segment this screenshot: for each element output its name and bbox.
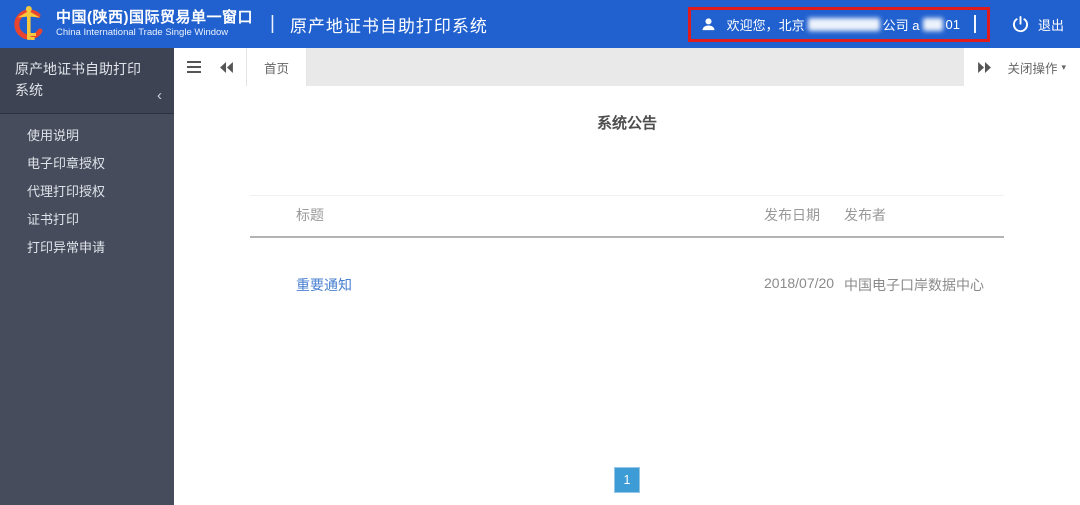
customs-logo-icon [10, 4, 48, 44]
brand-title: 中国(陕西)国际贸易单一窗口 [56, 9, 253, 27]
double-chevron-right-icon [978, 61, 992, 73]
announcement-title-cell: 重要通知 [250, 275, 764, 295]
sidebar: 原产地证书自助打印系统 ‹ 使用说明 电子印章授权 代理打印授权 证书打印 打印… [0, 48, 174, 505]
pagination-page-1-button[interactable]: 1 [614, 467, 640, 493]
main-content: 系统公告 标题 发布日期 发布者 重要通知 2018/07/20 中国电子口岸数… [174, 86, 1080, 505]
annotation-red-box: 欢迎您，北京 公司 a 01 [687, 6, 990, 42]
app-title: 原产地证书自助打印系统 [289, 16, 488, 36]
welcome-company-suffix: 公司 a [882, 17, 920, 33]
logout-button[interactable]: 退出 [1011, 15, 1064, 34]
welcome-text: 欢迎您，北京 公司 a 01 [727, 15, 960, 34]
app-window: 中国(陕西)国际贸易单一窗口 China International Trade… [0, 0, 1080, 505]
scroll-tabs-left-button[interactable] [210, 48, 242, 86]
redacted-user-id [922, 17, 943, 31]
sidebar-item-print-exception-request[interactable]: 打印异常申请 [0, 234, 174, 262]
chevron-down-icon: ▾ [1061, 61, 1066, 72]
column-header-title: 标题 [296, 207, 324, 223]
tab-bar: 首页 关闭操作 ▾ [174, 48, 1080, 86]
tab-strip-filler [307, 48, 965, 86]
sidebar-collapse-icon[interactable]: ‹ [157, 88, 162, 103]
sidebar-item-certificate-print[interactable]: 证书打印 [0, 206, 174, 234]
menu-toggle-button[interactable] [178, 48, 210, 86]
header-title-divider: | [270, 13, 275, 34]
column-header-publisher: 发布者 [844, 207, 886, 223]
double-chevron-left-icon [219, 61, 233, 73]
column-header-date: 发布日期 [764, 207, 820, 223]
table-header-row: 标题 发布日期 发布者 [250, 195, 1004, 238]
table-row: 重要通知 2018/07/20 中国电子口岸数据中心 [250, 238, 1004, 295]
sidebar-item-agent-print-authorization[interactable]: 代理打印授权 [0, 178, 174, 206]
hamburger-icon [187, 61, 201, 73]
welcome-user-suffix: 01 [945, 16, 960, 32]
sidebar-menu: 使用说明 电子印章授权 代理打印授权 证书打印 打印异常申请 [0, 114, 174, 262]
tab-bar-right-controls: 关闭操作 ▾ [964, 48, 1080, 86]
redacted-company-name [807, 17, 880, 31]
close-operations-label: 关闭操作 [1007, 61, 1058, 76]
welcome-prefix: 欢迎您，北京 [726, 17, 805, 33]
sidebar-item-usage-instructions[interactable]: 使用说明 [0, 122, 174, 150]
announcement-publisher-cell: 中国电子口岸数据中心 [844, 277, 984, 293]
user-avatar-icon [700, 16, 717, 33]
close-operations-dropdown[interactable]: 关闭操作 ▾ [1007, 58, 1066, 77]
scroll-tabs-right-button[interactable] [978, 61, 992, 73]
tab-home[interactable]: 首页 [246, 48, 308, 86]
app-header: 中国(陕西)国际贸易单一窗口 China International Trade… [0, 0, 1080, 48]
page-title: 系统公告 [596, 115, 657, 132]
sidebar-title: 原产地证书自助打印系统 [15, 61, 141, 98]
announcement-table: 标题 发布日期 发布者 重要通知 2018/07/20 中国电子口岸数据中心 [250, 195, 1004, 295]
brand-subtitle: China International Trade Single Window [56, 26, 229, 38]
sidebar-header: 原产地证书自助打印系统 ‹ [0, 48, 174, 114]
brand-block: 中国(陕西)国际贸易单一窗口 China International Trade… [56, 9, 253, 38]
sidebar-item-eseal-authorization[interactable]: 电子印章授权 [0, 150, 174, 178]
logout-label: 退出 [1037, 17, 1064, 33]
announcement-link[interactable]: 重要通知 [296, 277, 352, 293]
pagination: 1 [174, 467, 1080, 493]
power-icon [1012, 15, 1028, 32]
header-vertical-divider [973, 15, 976, 33]
announcement-date-cell: 2018/07/20 [764, 275, 835, 291]
